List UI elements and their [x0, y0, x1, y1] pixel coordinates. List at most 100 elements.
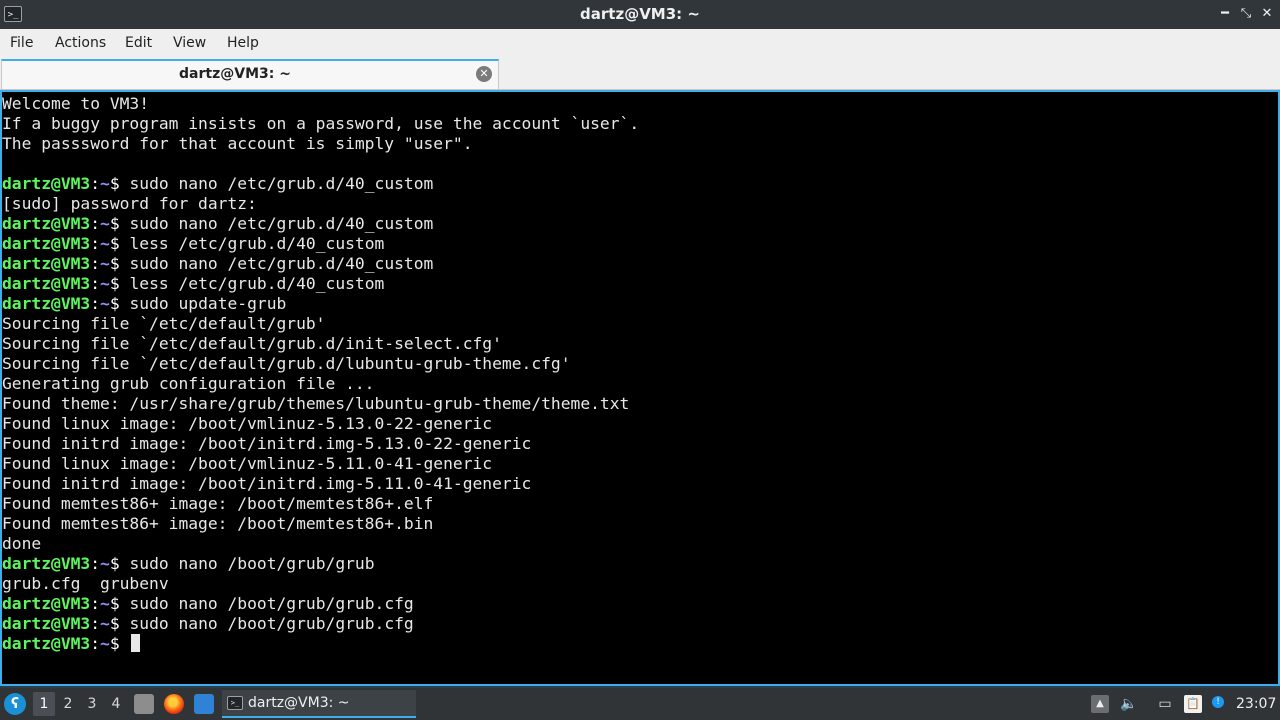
prompt-separator: : [90, 234, 101, 253]
prompt-symbol: $ [109, 214, 130, 233]
menu-view[interactable]: View [173, 29, 206, 57]
prompt-user: dartz@VM3 [2, 234, 91, 253]
network-icon[interactable]: ▭ [1156, 695, 1174, 713]
output-text: Sourcing file `/etc/default/grub.d/init-… [2, 334, 502, 353]
prompt-symbol: $ [109, 554, 130, 573]
window-titlebar[interactable]: >_ dartz@VM3: ~ ━ ⤡ ✕ [0, 0, 1280, 29]
terminal-output-line [2, 154, 639, 174]
command-text: less /etc/grub.d/40_custom [129, 274, 385, 293]
prompt-separator: : [90, 594, 101, 613]
workspace-4[interactable]: 4 [105, 692, 127, 716]
terminal-output-line: Found linux image: /boot/vmlinuz-5.13.0-… [2, 414, 639, 434]
prompt-directory: ~ [100, 594, 110, 613]
prompt-separator: : [90, 554, 101, 573]
prompt-user: dartz@VM3 [2, 294, 91, 313]
close-icon[interactable]: ✕ [1259, 6, 1275, 22]
prompt-user: dartz@VM3 [2, 594, 91, 613]
output-text: Found linux image: /boot/vmlinuz-5.11.0-… [2, 454, 493, 473]
terminal-output-line: Sourcing file `/etc/default/grub' [2, 314, 639, 334]
terminal-output-line: Sourcing file `/etc/default/grub.d/lubun… [2, 354, 639, 374]
clipboard-icon[interactable]: 📋 [1184, 695, 1202, 713]
terminal-output-line: Generating grub configuration file ... [2, 374, 639, 394]
terminal-command-line: dartz@VM3:~$ sudo update-grub [2, 294, 639, 314]
prompt-directory: ~ [100, 294, 110, 313]
output-text: Generating grub configuration file ... [2, 374, 375, 393]
menu-actions[interactable]: Actions [55, 29, 106, 57]
command-text: sudo nano /boot/grub/grub [129, 554, 375, 573]
prompt-user: dartz@VM3 [2, 254, 91, 273]
output-text: The passsword for that account is simply… [2, 134, 473, 153]
terminal-output-line: The passsword for that account is simply… [2, 134, 639, 154]
prompt-symbol: $ [109, 294, 130, 313]
command-text: sudo nano /etc/grub.d/40_custom [129, 214, 434, 233]
prompt-directory: ~ [100, 254, 110, 273]
menu-file[interactable]: File [10, 29, 33, 57]
prompt-symbol: $ [109, 234, 130, 253]
prompt-symbol: $ [109, 614, 130, 633]
prompt-user: dartz@VM3 [2, 554, 91, 573]
clock[interactable]: 23:07 [1236, 688, 1276, 720]
terminal-command-line: dartz@VM3:~$ sudo nano /etc/grub.d/40_cu… [2, 254, 639, 274]
prompt-user: dartz@VM3 [2, 274, 91, 293]
prompt-directory: ~ [100, 614, 110, 633]
window-title: dartz@VM3: ~ [580, 5, 700, 23]
tray-expand-icon[interactable]: ▲ [1091, 695, 1109, 713]
taskbar-task-terminal[interactable]: >_ dartz@VM3: ~ [222, 690, 416, 718]
terminal-command-line: dartz@VM3:~$ sudo nano /etc/grub.d/40_cu… [2, 174, 639, 194]
prompt-directory: ~ [100, 554, 110, 573]
terminal-command-line: dartz@VM3:~$ less /etc/grub.d/40_custom [2, 234, 639, 254]
terminal-output-line: Found theme: /usr/share/grub/themes/lubu… [2, 394, 639, 414]
restore-icon[interactable]: ⤡ [1238, 6, 1254, 22]
terminal-cursor [131, 634, 141, 652]
taskbar: ʕ 1 2 3 4 >_ dartz@VM3: ~ ▲ 🔈 ▭ 📋 ! 23:0… [0, 688, 1280, 720]
terminal-output-line: grub.cfg grubenv [2, 574, 639, 594]
prompt-separator: : [90, 254, 101, 273]
prompt-symbol: $ [109, 254, 130, 273]
terminal-view[interactable]: Welcome to VM3! If a buggy program insist… [0, 90, 1280, 686]
menu-edit[interactable]: Edit [125, 29, 152, 57]
output-text: Found memtest86+ image: /boot/memtest86+… [2, 494, 434, 513]
terminal-command-line: dartz@VM3:~$ sudo nano /boot/grub/grub.c… [2, 594, 639, 614]
output-text: Found memtest86+ image: /boot/memtest86+… [2, 514, 434, 533]
output-text: Found initrd image: /boot/initrd.img-5.1… [2, 434, 532, 453]
workspace-1[interactable]: 1 [33, 692, 55, 716]
command-text: less /etc/grub.d/40_custom [129, 234, 385, 253]
output-text: Found linux image: /boot/vmlinuz-5.13.0-… [2, 414, 493, 433]
update-notifier-icon[interactable]: ! [1212, 696, 1224, 708]
prompt-directory: ~ [100, 214, 110, 233]
prompt-user: dartz@VM3 [2, 174, 91, 193]
terminal-command-line: dartz@VM3:~$ [2, 634, 639, 654]
file-manager-icon[interactable] [134, 694, 154, 714]
prompt-symbol: $ [109, 594, 130, 613]
tab-label: dartz@VM3: ~ [179, 66, 291, 82]
prompt-symbol: $ [109, 274, 130, 293]
minimize-icon[interactable]: ━ [1217, 6, 1233, 22]
prompt-separator: : [90, 614, 101, 633]
workspace-3[interactable]: 3 [81, 692, 103, 716]
show-desktop-icon[interactable] [194, 694, 214, 714]
prompt-separator: : [90, 214, 101, 233]
terminal-output-line: Found initrd image: /boot/initrd.img-5.1… [2, 474, 639, 494]
output-text: grub.cfg grubenv [2, 574, 169, 593]
volume-icon[interactable]: 🔈 [1120, 695, 1138, 713]
start-menu-icon[interactable]: ʕ [4, 693, 26, 715]
terminal-output: Welcome to VM3! If a buggy program insist… [2, 94, 639, 654]
tab-bar: dartz@VM3: ~ ✕ [0, 57, 1280, 90]
terminal-output-line: [sudo] password for dartz: [2, 194, 639, 214]
workspace-2[interactable]: 2 [57, 692, 79, 716]
output-text: [sudo] password for dartz: [2, 194, 257, 213]
output-text: Welcome to VM3! [2, 94, 150, 113]
prompt-separator: : [90, 174, 101, 193]
prompt-separator: : [90, 294, 101, 313]
command-text: sudo nano /etc/grub.d/40_custom [129, 174, 434, 193]
menu-help[interactable]: Help [227, 29, 259, 57]
firefox-icon[interactable] [164, 694, 184, 714]
prompt-directory: ~ [100, 174, 110, 193]
prompt-user: dartz@VM3 [2, 214, 91, 233]
tab-close-icon[interactable]: ✕ [476, 66, 492, 82]
terminal-task-icon: >_ [227, 696, 243, 710]
prompt-separator: : [90, 634, 101, 653]
command-text: sudo nano /boot/grub/grub.cfg [129, 594, 414, 613]
terminal-command-line: dartz@VM3:~$ sudo nano /boot/grub/grub [2, 554, 639, 574]
tab-terminal[interactable]: dartz@VM3: ~ ✕ [1, 59, 499, 89]
